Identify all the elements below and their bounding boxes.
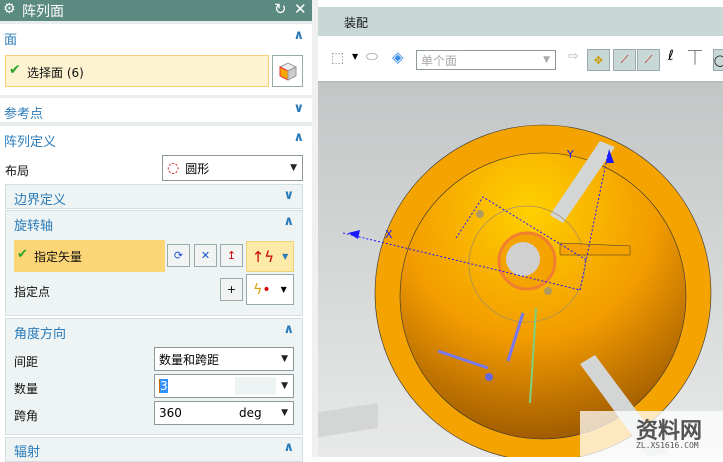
- dropdown-arrow-icon[interactable]: ▼: [352, 52, 358, 61]
- vector-dialog-button[interactable]: ↥: [220, 244, 243, 267]
- boundary-subsection[interactable]: 边界定义 ∨: [5, 184, 303, 209]
- dropdown-arrow-icon: ▼: [281, 354, 288, 364]
- check-icon: ✔: [17, 247, 28, 262]
- cross-arrows-icon: ✕: [200, 249, 211, 262]
- subsection-header[interactable]: 旋转轴: [14, 215, 53, 234]
- reverse-direction-button[interactable]: ⟳: [167, 244, 190, 267]
- select-body-icon[interactable]: ⬭: [366, 49, 378, 65]
- gear-icon[interactable]: ⚙: [3, 1, 16, 17]
- circle-layout-icon: ◌: [167, 160, 180, 176]
- point-dialog-button[interactable]: +: [220, 278, 243, 301]
- cycle-icon: ⟳: [173, 249, 184, 262]
- slot: [313, 403, 378, 438]
- mid-point-button[interactable]: ⟋: [637, 49, 660, 71]
- dialog-title: 阵列面: [22, 4, 64, 20]
- arc-center-button[interactable]: ◯: [713, 49, 723, 71]
- face-section: 面 ∧ ✔ 选择面 (6): [0, 24, 312, 95]
- span-unit: deg: [239, 406, 262, 420]
- layout-value: 圆形: [185, 161, 210, 176]
- span-input[interactable]: 360 deg ▼: [154, 401, 294, 425]
- close-icon[interactable]: ✕: [294, 0, 307, 18]
- reference-point-section[interactable]: 参考点 ∨: [0, 98, 312, 122]
- array-face-dialog: ⚙ 阵列面 ↻ ✕ 面 ∧ ✔ 选择面 (6) 参考点 ∨ 阵列定义 ∧ 布局 …: [0, 0, 312, 462]
- flip-vector-button[interactable]: ✕: [194, 244, 217, 267]
- arrow-right-icon[interactable]: ⇨: [568, 49, 579, 64]
- menu-assembly[interactable]: 装配: [344, 14, 368, 31]
- mid-point-icon: ⟋: [644, 53, 653, 66]
- layout-label: 布局: [5, 164, 30, 178]
- dropdown-arrow-icon: ▼: [281, 381, 288, 391]
- watermark: 资料网 ZL.XS1616.COM: [580, 411, 723, 457]
- inferred-vector-icon: ↑ϟ: [251, 247, 275, 266]
- subsection-header: 边界定义: [14, 193, 67, 208]
- spacing-value: 数量和跨距: [159, 352, 220, 367]
- point-type-dropdown[interactable]: ϟ• ▼: [246, 274, 294, 305]
- chevron-down-icon[interactable]: ∨: [283, 188, 294, 203]
- point-dialog-icon: +: [226, 283, 237, 296]
- face-rule-value: 单个面: [421, 53, 458, 68]
- chevron-up-icon[interactable]: ∧: [283, 440, 294, 455]
- x-axis-label: X: [385, 228, 393, 241]
- select-face-row[interactable]: ✔ 选择面 (6): [5, 55, 269, 87]
- section-header[interactable]: 阵列定义: [4, 131, 56, 150]
- spacing-dropdown[interactable]: 数量和跨距 ▼: [154, 347, 294, 371]
- dropdown-arrow-icon: ▼: [290, 163, 297, 173]
- snap-point-icon: ✥: [593, 53, 604, 67]
- span-label: 跨角: [14, 409, 39, 423]
- selection-toolbar: ⬚ ▼ ⬭ ◈ 单个面 ▼ ⇨ ✥ ⟋ ⟋ ℓ ⏉ ◯: [318, 36, 723, 83]
- array-definition-section: 阵列定义 ∧ 布局 ◌ 圆形 ▼ 边界定义 ∨ 旋转轴 ∧ ✔ 指定矢量 ⟳ ✕…: [0, 126, 312, 462]
- vector-label: 指定矢量: [34, 250, 83, 264]
- chevron-up-icon[interactable]: ∧: [293, 28, 304, 43]
- graphics-viewport[interactable]: X Y 资料网 ZL.XS1616.COM: [313, 83, 723, 462]
- check-icon: ✔: [9, 62, 21, 78]
- snap-point-button[interactable]: ✥: [587, 49, 610, 71]
- dropdown-arrow-icon: ▼: [281, 408, 288, 418]
- subsection-header[interactable]: 角度方向: [14, 323, 66, 342]
- chevron-up-icon[interactable]: ∧: [283, 214, 294, 229]
- span-value: 360: [159, 406, 182, 420]
- control-point-icon[interactable]: ℓ: [668, 48, 674, 64]
- chevron-down-icon[interactable]: ∨: [293, 101, 304, 116]
- count-input[interactable]: 3 ▼: [154, 374, 294, 398]
- section-header[interactable]: 面: [4, 29, 17, 48]
- face-selector-button[interactable]: [272, 55, 303, 87]
- select-face-icon[interactable]: ◈: [392, 48, 404, 66]
- count-label: 数量: [14, 382, 39, 396]
- chevron-up-icon[interactable]: ∧: [283, 322, 294, 337]
- rotation-axis-subsection: 旋转轴 ∧ ✔ 指定矢量 ⟳ ✕ ↥ ↑ϟ ▼ 指定点 + ϟ• ▼: [5, 210, 303, 316]
- inferred-point-icon: ϟ•: [253, 281, 271, 298]
- dropdown-arrow-icon: ▼: [280, 285, 287, 294]
- cube-icon: [278, 62, 297, 81]
- chevron-up-icon[interactable]: ∧: [293, 130, 304, 145]
- rectangle-select-icon[interactable]: ⬚: [331, 50, 344, 66]
- face-rule-dropdown[interactable]: 单个面 ▼: [416, 50, 556, 70]
- reset-icon[interactable]: ↻: [274, 0, 287, 18]
- part-cone-face: [399, 152, 687, 440]
- end-point-icon: ⟋: [620, 53, 629, 66]
- vector-dialog-icon: ↥: [226, 249, 237, 262]
- end-point-button[interactable]: ⟋: [613, 49, 636, 71]
- point-label: 指定点: [14, 285, 51, 299]
- angle-direction-subsection: 角度方向 ∧ 间距 数量和跨距 ▼ 数量 3 ▼ 跨角 360 deg ▼: [5, 318, 303, 435]
- menu-bar: 装配: [318, 7, 723, 36]
- dropdown-arrow-icon: ▼: [282, 252, 289, 261]
- specify-vector-row[interactable]: ✔ 指定矢量: [14, 240, 165, 272]
- radial-subsection[interactable]: 辐射 ∧: [5, 437, 303, 462]
- subsection-header: 辐射: [14, 445, 41, 460]
- y-axis-label: Y: [566, 148, 574, 161]
- watermark-url: ZL.XS1616.COM: [636, 441, 699, 450]
- part-model: X Y: [313, 124, 712, 462]
- dialog-title-bar: ⚙ 阵列面 ↻ ✕: [0, 0, 312, 21]
- spacing-label: 间距: [14, 355, 39, 369]
- vector-type-dropdown[interactable]: ↑ϟ ▼: [246, 241, 294, 272]
- count-value: 3: [159, 379, 168, 393]
- layout-dropdown[interactable]: ◌ 圆形 ▼: [162, 155, 303, 181]
- arc-center-icon: ◯: [713, 53, 723, 67]
- dropdown-arrow-icon: ▼: [543, 55, 550, 65]
- section-header: 参考点: [4, 107, 44, 122]
- select-face-label: 选择面 (6): [27, 66, 84, 80]
- intersection-point-icon[interactable]: ⏉: [688, 48, 702, 68]
